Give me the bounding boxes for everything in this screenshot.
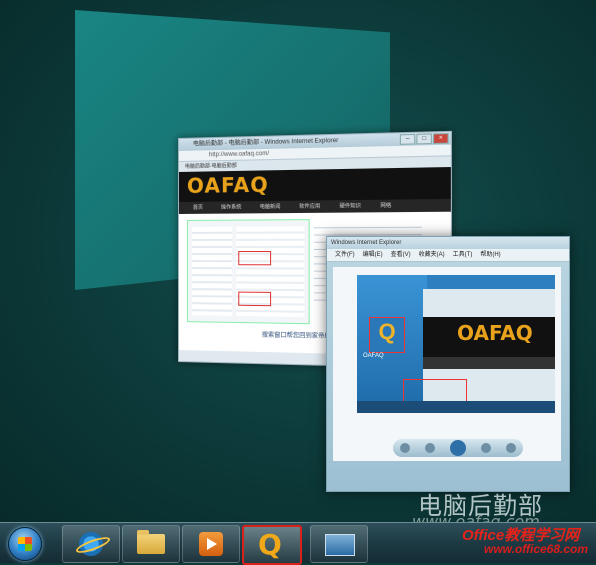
menu-item[interactable]: 工具(T) [453,249,473,261]
taskbar-switch-windows-button[interactable] [310,525,368,563]
menu-item[interactable]: 收藏夹(A) [419,249,445,261]
watermark-url: www.oafaq.com [412,512,540,522]
inner-banner: OAFAQ [423,317,555,357]
flip3d-viewer-window[interactable]: Windows Internet Explorer 文件(F) 编辑(E) 查看… [326,236,570,492]
media-player-icon [199,532,223,556]
folder-icon [137,530,165,554]
rotate-icon[interactable] [480,443,491,453]
oafaq-desktop-icon: Q [369,317,405,353]
taskbar-ie-button[interactable] [62,525,120,563]
zoom-icon[interactable] [425,443,436,453]
close-icon[interactable]: × [433,133,449,145]
ie-site-banner: OAFAQ [178,167,451,202]
highlight-frame [238,251,272,266]
taskbar-media-player-button[interactable] [182,525,240,563]
ie-window-controls: ‒ □ × [399,133,449,145]
viewed-screenshot: Q OAFAQ OAFAQ [357,275,555,413]
oafaq-icon: Q [258,528,282,561]
viewer-title: Windows Internet Explorer [327,237,569,249]
windows-logo-icon [18,537,32,551]
menu-item[interactable]: 文件(F) [335,249,355,261]
site-nav-item[interactable]: 网络 [374,200,398,213]
previous-icon[interactable] [400,443,411,453]
brand-url: www.office68.com [484,542,589,556]
folder-tree [191,226,233,316]
switch-windows-icon [325,534,355,556]
highlight-frame [238,291,272,307]
maximize-icon[interactable]: □ [416,133,432,145]
oafaq-logo: OAFAQ [186,172,269,198]
site-nav-item[interactable]: 首页 [187,202,209,214]
taskbar-explorer-button[interactable] [122,525,180,563]
oafaq-desktop-label: OAFAQ [363,353,384,359]
menu-item[interactable]: 查看(V) [391,249,411,261]
menu-item[interactable]: 编辑(E) [363,249,383,261]
slideshow-icon[interactable] [449,440,466,456]
start-button[interactable] [8,527,42,561]
next-icon[interactable] [505,443,516,453]
ie-window-title-text: 电脑后勤部 - 电脑后勤部 - Windows Internet Explore… [192,137,339,148]
viewer-title-text: Windows Internet Explorer [331,240,402,246]
internet-explorer-icon [79,532,103,556]
menu-item[interactable]: 帮助(H) [480,249,500,261]
inner-nav [423,357,555,369]
article-screenshot [186,219,310,325]
inner-oafaq-logo: OAFAQ [457,321,533,345]
site-nav-item[interactable]: 操作系统 [215,201,247,213]
viewer-image-area: Q OAFAQ OAFAQ [333,267,561,461]
site-nav-item[interactable]: 软件应用 [293,200,327,213]
site-nav-item[interactable]: 电脑新闻 [254,201,287,214]
minimize-icon[interactable]: ‒ [399,133,416,145]
viewer-controls [393,439,523,457]
site-nav-item[interactable]: 硬件知识 [333,200,367,213]
viewer-menu-bar: 文件(F) 编辑(E) 查看(V) 收藏夹(A) 工具(T) 帮助(H) [327,249,569,262]
desktop: 电脑后勤部 - 电脑后勤部 - Windows Internet Explore… [0,0,596,522]
taskbar-oafaq-button[interactable]: Q [242,525,302,565]
inner-taskbar [357,401,555,413]
